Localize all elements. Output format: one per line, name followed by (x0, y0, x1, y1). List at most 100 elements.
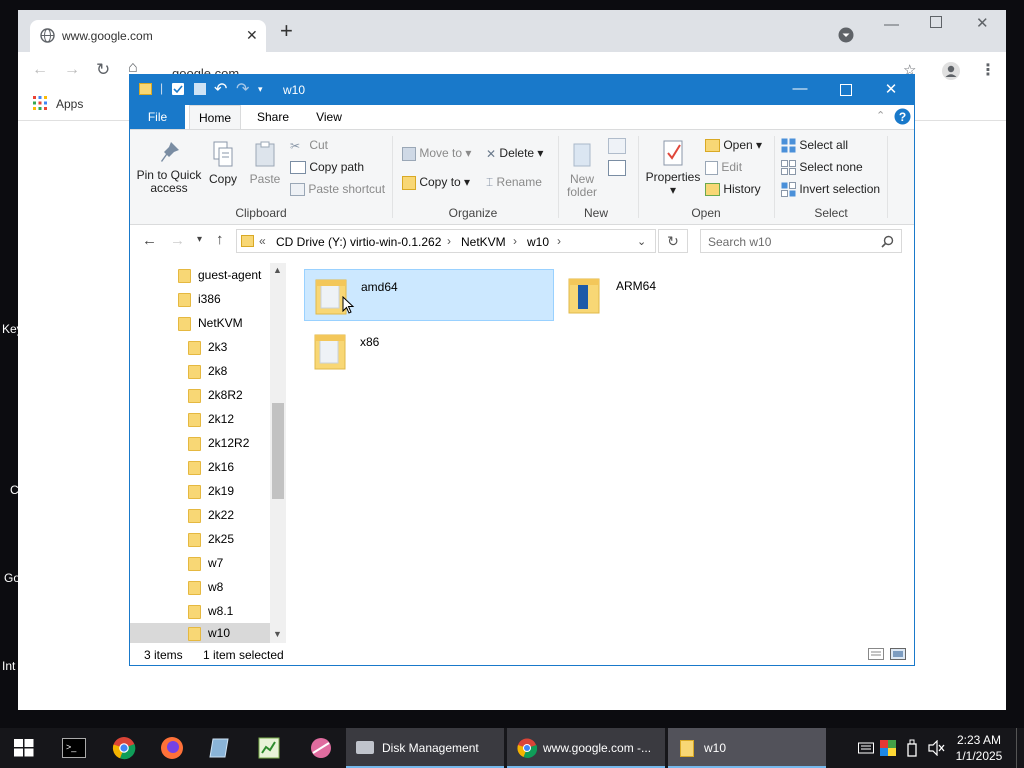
breadcrumb-netkvm[interactable]: NetKVM (461, 235, 506, 249)
cut-button[interactable]: ✂ Cut (290, 138, 328, 153)
close-window-icon[interactable]: ✕ (976, 14, 989, 32)
breadcrumb-separator[interactable]: › (513, 234, 517, 248)
tree-item-2k19[interactable]: 2k19 (188, 480, 234, 502)
back-icon[interactable]: ← (32, 61, 48, 79)
details-view-icon[interactable] (868, 648, 884, 660)
breadcrumb-cd-drive[interactable]: CD Drive (Y:) virtio-win-0.1.262 (276, 235, 441, 249)
taskbar-disk-management[interactable]: Disk Management (346, 728, 504, 768)
undo-icon[interactable]: ↶ (214, 79, 227, 99)
tree-item-w8[interactable]: w8 (188, 576, 223, 598)
rename-button[interactable]: ⌶ Rename (486, 175, 542, 190)
new-folder-quick-icon[interactable] (194, 83, 206, 95)
close-tab-icon[interactable]: ✕ (246, 27, 258, 44)
refresh-icon[interactable]: ↻ (658, 229, 688, 253)
tree-item-w7[interactable]: w7 (188, 552, 223, 574)
apps-grid-icon[interactable] (33, 96, 47, 110)
properties-button[interactable]: Properties ▾ (642, 138, 704, 197)
tree-item-guest-agent[interactable]: guest-agent (178, 264, 261, 286)
desktop-icon-label[interactable]: Int (2, 659, 15, 673)
tree-item-i386[interactable]: i386 (178, 288, 221, 310)
reload-icon[interactable]: ↻ (96, 60, 110, 80)
select-none-button[interactable]: Select none (781, 160, 863, 176)
scroll-up-icon[interactable]: ▲ (273, 265, 282, 275)
recent-locations-icon[interactable]: ▾ (197, 234, 202, 245)
address-history-icon[interactable]: ⌄ (637, 235, 646, 248)
tree-item-2k12[interactable]: 2k12 (188, 408, 234, 430)
edit-button[interactable]: Edit (705, 160, 742, 175)
large-icons-view-icon[interactable] (890, 648, 906, 660)
task-manager-icon[interactable] (258, 736, 280, 760)
tab-home[interactable]: Home (189, 105, 241, 130)
scrollbar-thumb[interactable] (272, 403, 284, 499)
virtio-setup-icon[interactable] (208, 736, 232, 760)
move-to-button[interactable]: Move to ▾ (402, 146, 471, 161)
chrome-tab[interactable]: www.google.com ✕ (30, 20, 266, 52)
tree-item-2k16[interactable]: 2k16 (188, 456, 234, 478)
file-item-arm64[interactable]: ARM64 (558, 269, 808, 321)
minimize-icon[interactable]: — (785, 80, 815, 97)
usb-device-icon[interactable] (906, 739, 918, 757)
scroll-down-icon[interactable]: ▼ (273, 629, 282, 639)
show-desktop-button[interactable] (1016, 728, 1017, 768)
taskbar-explorer-window[interactable]: w10 (668, 728, 826, 768)
help-icon[interactable]: ? (894, 108, 911, 125)
customize-toolbar-icon[interactable]: ▾ (258, 84, 263, 95)
back-icon[interactable]: ← (142, 232, 157, 249)
tree-item-w10[interactable]: w10 (188, 622, 230, 643)
tree-item-w8-1[interactable]: w8.1 (188, 600, 233, 622)
copy-button[interactable]: Copy (204, 140, 242, 186)
up-icon[interactable]: ↑ (216, 231, 224, 248)
windows-start-icon[interactable] (14, 739, 34, 757)
paste-shortcut-button[interactable]: Paste shortcut (290, 182, 385, 197)
minimize-icon[interactable]: — (884, 16, 899, 33)
history-button[interactable]: History (705, 182, 761, 197)
open-button[interactable]: Open ▾ (705, 138, 762, 153)
maximize-icon[interactable] (840, 84, 852, 96)
tab-file[interactable]: File (130, 105, 185, 129)
profile-icon[interactable] (942, 62, 960, 80)
tree-item-netkvm[interactable]: NetKVM (178, 312, 243, 334)
pin-to-quick-access-button[interactable]: Pin to Quick access (136, 140, 202, 195)
paste-button[interactable]: Paste (246, 140, 284, 186)
close-window-icon[interactable]: ✕ (876, 80, 906, 98)
tab-search-icon[interactable] (838, 27, 854, 43)
chrome-icon[interactable] (112, 736, 136, 760)
tab-view[interactable]: View (304, 105, 354, 129)
nav-scrollbar[interactable]: ▲ ▼ (270, 263, 286, 643)
copy-to-button[interactable]: Copy to ▾ (402, 175, 470, 190)
forward-icon[interactable]: → (170, 232, 185, 249)
new-item-icon[interactable] (608, 138, 626, 154)
tab-share[interactable]: Share (248, 105, 298, 129)
bookmark-apps[interactable]: Apps (56, 97, 83, 111)
volume-muted-icon[interactable] (928, 740, 946, 756)
new-tab-icon[interactable]: + (280, 20, 293, 42)
file-item-amd64[interactable]: amd64 (304, 269, 554, 321)
tree-item-2k8r2[interactable]: 2k8R2 (188, 384, 243, 406)
tree-item-2k22[interactable]: 2k22 (188, 504, 234, 526)
select-all-button[interactable]: Select all (781, 138, 848, 153)
file-item-x86[interactable]: x86 (304, 325, 554, 377)
breadcrumb-separator[interactable]: › (447, 234, 451, 248)
clock[interactable]: 2:23 AM 1/1/2025 (954, 732, 1004, 764)
tree-item-2k3[interactable]: 2k3 (188, 336, 227, 358)
search-icon[interactable] (881, 235, 894, 248)
snipping-tool-icon[interactable] (308, 736, 334, 760)
firefox-icon[interactable] (160, 736, 184, 760)
easy-access-icon[interactable] (608, 160, 626, 176)
breadcrumb-separator[interactable]: › (557, 234, 561, 248)
redo-icon[interactable]: ↷ (236, 79, 249, 99)
properties-quick-icon[interactable] (172, 83, 184, 95)
collapse-ribbon-icon[interactable]: ⌃ (876, 109, 885, 122)
copy-path-button[interactable]: Copy path (290, 160, 364, 175)
invert-selection-button[interactable]: Invert selection (781, 182, 880, 198)
chrome-menu-icon[interactable]: ⋮ (980, 60, 996, 80)
tree-item-2k12r2[interactable]: 2k12R2 (188, 432, 249, 454)
keyboard-layout-icon[interactable] (858, 741, 874, 755)
breadcrumb-w10[interactable]: w10 (527, 235, 549, 249)
breadcrumb-overflow[interactable]: « (259, 234, 266, 248)
display-color-icon[interactable] (880, 740, 896, 756)
tree-item-2k25[interactable]: 2k25 (188, 528, 234, 550)
address-bar[interactable]: « CD Drive (Y:) virtio-win-0.1.262 › Net… (236, 229, 656, 253)
terminal-icon[interactable]: >_ (62, 738, 86, 758)
maximize-icon[interactable] (930, 16, 942, 28)
